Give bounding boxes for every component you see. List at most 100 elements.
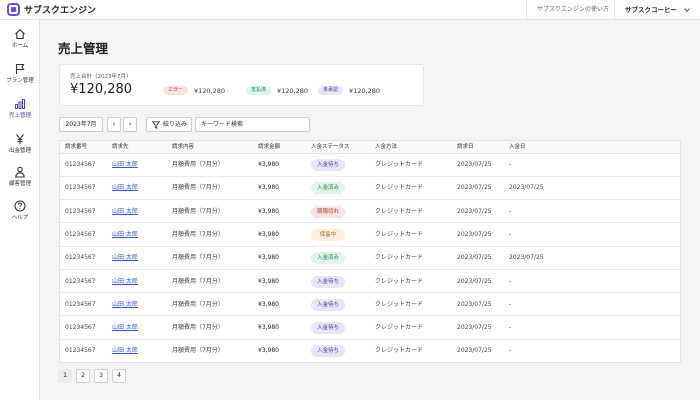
page-2-button[interactable]: 2	[76, 369, 90, 383]
col-payment-status[interactable]: 入金ステータス	[311, 141, 350, 154]
cell-paid-date: -	[509, 207, 512, 215]
cell-billing-date: 2023/07/25	[457, 300, 492, 308]
cell-customer-link[interactable]: 山田 太郎	[112, 201, 138, 223]
sidebar-item-label: 顧客管理	[8, 181, 31, 187]
cell-billing-date: 2023/07/25	[457, 230, 492, 238]
table-row[interactable]: 01234567 山田 太郎 月額費用（7月分） ¥3,980 入金待ち クレジットカード…	[60, 154, 680, 177]
table-row[interactable]: 01234567 山田 太郎 月額費用（7月分） ¥3,980 入金済み クレジットカード…	[60, 247, 680, 270]
sidebar: ホーム プラン管理 売上管理 出金管理 顧客管理 ヘルプ	[0, 20, 40, 400]
col-invoice-number[interactable]: 請求番号	[65, 141, 87, 154]
cell-content: 月額費用（7月分）	[172, 184, 224, 192]
col-paid-date[interactable]: 入金日	[509, 141, 526, 154]
cell-customer-link[interactable]: 山田 太郎	[112, 177, 138, 199]
table-header: 請求番号 請求先 請求内容 請求金額 入金ステータス 入金方法 請求日 入金日	[60, 141, 680, 154]
sidebar-item-customers[interactable]: 顧客管理	[0, 166, 40, 196]
cell-customer-link[interactable]: 山田 太郎	[112, 224, 138, 246]
paid-amount: ¥120,280	[277, 86, 309, 95]
cell-content: 月額費用（7月分）	[172, 300, 224, 308]
sidebar-item-label: ヘルプ	[11, 215, 29, 221]
top-bar: サブスクエンジン サブスクエンジンの使い方 サブスクコーヒー	[0, 0, 700, 20]
sidebar-item-home[interactable]: ホーム	[0, 28, 40, 58]
cell-billing-date: 2023/07/25	[457, 254, 492, 262]
page-3-button[interactable]: 3	[94, 369, 108, 383]
cell-invoice-number: 01234567	[65, 277, 96, 285]
summary-label: 売上合計（2023年7月）	[70, 74, 132, 80]
cell-customer-link[interactable]: 山田 太郎	[112, 271, 138, 293]
cell-invoice-number: 01234567	[65, 207, 96, 215]
col-content[interactable]: 請求内容	[172, 141, 194, 154]
cell-payment-method: クレジットカード	[375, 161, 424, 168]
month-selector[interactable]: 2023年7月	[59, 117, 103, 132]
cell-paid-date: -	[509, 300, 512, 308]
cell-content: 月額費用（7月分）	[172, 161, 224, 168]
col-amount[interactable]: 請求金額	[258, 141, 280, 154]
logo-mark-icon	[7, 3, 20, 16]
user-name: サブスクコーヒー	[625, 6, 677, 14]
cell-customer-link[interactable]: 山田 太郎	[112, 247, 138, 269]
col-payment-method[interactable]: 入金方法	[375, 141, 397, 154]
sidebar-item-plans[interactable]: プラン管理	[0, 63, 40, 93]
table-row[interactable]: 01234567 山田 太郎 月額費用（7月分） ¥3,980 期限切れ クレジットカード…	[60, 201, 680, 224]
table-row[interactable]: 01234567 山田 太郎 月額費用（7月分） ¥3,980 入金待ち クレジットカード…	[60, 271, 680, 294]
status-badge: 入金済み	[311, 182, 346, 195]
status-badge: 入金待ち	[311, 345, 346, 358]
page-title: 売上管理	[58, 41, 109, 56]
filter-button[interactable]: 絞り込み	[146, 117, 192, 132]
cell-paid-date: -	[509, 161, 512, 168]
paid-badge: 支払済	[246, 86, 272, 95]
cell-amount: ¥3,980	[258, 254, 279, 262]
yen-icon	[16, 134, 24, 144]
app-logo[interactable]: サブスクエンジン	[7, 3, 96, 16]
cell-content: 月額費用（7月分）	[172, 277, 224, 285]
bar-chart-icon	[15, 99, 25, 109]
table-row[interactable]: 01234567 山田 太郎 月額費用（7月分） ¥3,980 入金待ち クレジットカード…	[60, 317, 680, 340]
next-month-button[interactable]: ›	[123, 117, 137, 132]
summary-error: エラー ¥120,280	[163, 86, 225, 95]
logo-text: サブスクエンジン	[24, 6, 97, 16]
error-badge: エラー	[163, 86, 189, 95]
cell-customer-link[interactable]: 山田 太郎	[112, 340, 138, 362]
cell-billing-date: 2023/07/25	[457, 207, 492, 215]
prev-month-button[interactable]: ‹	[107, 117, 121, 132]
sales-summary-card: 売上合計（2023年7月） ¥120,280 エラー ¥120,280 支払済 …	[59, 64, 424, 106]
cell-billing-date: 2023/07/25	[457, 324, 492, 332]
table-row[interactable]: 01234567 山田 太郎 月額費用（7月分） ¥3,980 保留中 クレジットカード 2…	[60, 224, 680, 247]
cell-paid-date: -	[509, 347, 512, 355]
status-badge: 入金済み	[311, 252, 346, 265]
sidebar-item-sales[interactable]: 売上管理	[0, 98, 40, 128]
col-billing-date[interactable]: 請求日	[457, 141, 474, 154]
keyword-search-input[interactable]	[195, 117, 310, 132]
summary-unapproved: 未承認 ¥120,280	[318, 86, 380, 95]
help-guide-link[interactable]: サブスクエンジンの使い方	[526, 0, 609, 20]
cell-billing-date: 2023/07/25	[457, 277, 492, 285]
chevron-down-icon	[684, 6, 690, 12]
cell-content: 月額費用（7月分）	[172, 254, 224, 262]
filter-icon	[152, 121, 160, 129]
cell-customer-link[interactable]: 山田 太郎	[112, 317, 138, 339]
sidebar-item-withdrawals[interactable]: 出金管理	[0, 133, 40, 163]
sidebar-item-label: ホーム	[11, 43, 29, 49]
cell-payment-method: クレジットカード	[375, 184, 424, 192]
home-icon	[15, 29, 25, 40]
filter-button-label: 絞り込み	[163, 121, 188, 128]
cell-invoice-number: 01234567	[65, 254, 96, 262]
cell-invoice-number: 01234567	[65, 324, 96, 332]
page-1-button[interactable]: 1	[58, 369, 72, 383]
cell-amount: ¥3,980	[258, 277, 279, 285]
col-customer[interactable]: 請求先	[112, 141, 129, 154]
error-amount: ¥120,280	[194, 86, 226, 95]
page-4-button[interactable]: 4	[112, 369, 126, 383]
table-row[interactable]: 01234567 山田 太郎 月額費用（7月分） ¥3,980 入金済み クレジットカード…	[60, 177, 680, 200]
cell-amount: ¥3,980	[258, 230, 279, 238]
summary-total: ¥120,280	[70, 82, 133, 97]
status-badge: 入金待ち	[311, 275, 346, 288]
cell-payment-method: クレジットカード	[375, 277, 424, 285]
cell-customer-link[interactable]: 山田 太郎	[112, 294, 138, 316]
sidebar-item-help[interactable]: ヘルプ	[0, 200, 40, 230]
user-menu[interactable]: サブスクコーヒー	[614, 0, 690, 20]
cell-customer-link[interactable]: 山田 太郎	[112, 154, 138, 176]
cell-invoice-number: 01234567	[65, 300, 96, 308]
table-row[interactable]: 01234567 山田 太郎 月額費用（7月分） ¥3,980 入金待ち クレジットカード…	[60, 340, 680, 362]
table-row[interactable]: 01234567 山田 太郎 月額費用（7月分） ¥3,980 入金待ち クレジットカード…	[60, 294, 680, 317]
cell-paid-date: -	[509, 324, 512, 332]
